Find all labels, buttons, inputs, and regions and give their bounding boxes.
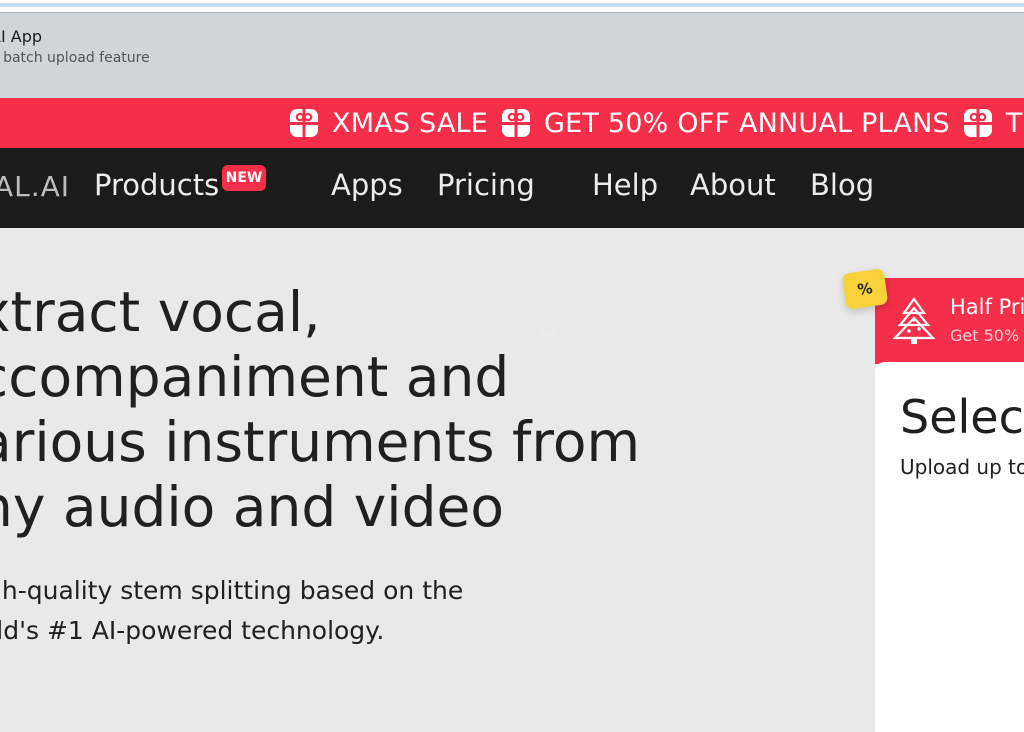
nav-item-about[interactable]: About (690, 168, 776, 202)
nav-item-apps[interactable]: Apps (331, 168, 403, 202)
half-price-promo[interactable]: Half Pri Get 50% (875, 278, 1024, 364)
promo-subline: Get 50% (950, 326, 1020, 345)
site-logo[interactable]: AL.AI (0, 170, 70, 203)
nav-item-blog[interactable]: Blog (810, 168, 874, 202)
notification-body: e batch upload feature (0, 50, 150, 66)
card-title: Selec (900, 390, 1024, 444)
hero-title-line: xtract vocal, (0, 280, 321, 344)
christmas-tree-icon (893, 297, 935, 344)
nav-label: Apps (331, 168, 403, 202)
gift-icon (290, 109, 318, 137)
nav-label: Help (592, 168, 659, 202)
sale-text: T (1005, 107, 1023, 139)
nav-label: Products (94, 168, 220, 202)
sale-text: XMAS SALE (332, 107, 488, 139)
gift-icon (963, 109, 992, 137)
hero-subtitle-line: gh-quality stem splitting based on the (0, 576, 464, 605)
nav-label: About (690, 168, 776, 202)
sale-text: GET 50% OFF ANNUAL PLANS (544, 107, 950, 139)
sale-track: XMAS SALE GET 50% OFF ANNUAL PLANS T (288, 98, 1024, 148)
nav-label: Pricing (437, 168, 535, 202)
nav-item-help[interactable]: Help (592, 168, 658, 202)
hero-title-line: arious instruments from (0, 410, 641, 474)
sale-segment: GET 50% OFF ANNUAL PLANS (500, 107, 950, 139)
notification-title: AI App (0, 27, 43, 46)
sale-segment: T (962, 107, 1023, 139)
nav-item-pricing[interactable]: Pricing (437, 168, 535, 202)
xmas-sale-banner[interactable]: XMAS SALE GET 50% OFF ANNUAL PLANS T (0, 98, 1024, 148)
new-badge: NEW (222, 165, 266, 191)
upload-card[interactable]: Selec Upload up to (875, 362, 1024, 732)
main-nav: AL.AI Products NEW Apps Pricing Help Abo… (0, 148, 1024, 338)
percent-tag: % (841, 268, 889, 310)
sale-segment: XMAS SALE (288, 107, 488, 139)
nav-item-products[interactable]: Products (94, 168, 219, 202)
hero-subtitle: gh-quality stem splitting based on the r… (0, 571, 463, 651)
nav-label: Blog (810, 168, 875, 202)
hero-title-line: ccompaniment and (0, 345, 510, 409)
app-notification[interactable]: AI App e batch upload feature ! (0, 13, 1024, 98)
hero-subtitle-line: rld's #1 AI-powered technology. (0, 616, 385, 645)
card-subtitle: Upload up to (900, 455, 1024, 479)
gift-icon (502, 109, 530, 137)
promo-headline: Half Pri (950, 295, 1024, 319)
browser-top-strip (0, 0, 1024, 13)
hero-title: xtract vocal, ccompaniment and arious in… (0, 280, 640, 540)
hero-title-line: ny audio and video (0, 475, 504, 539)
highlight-line (0, 3, 1024, 7)
